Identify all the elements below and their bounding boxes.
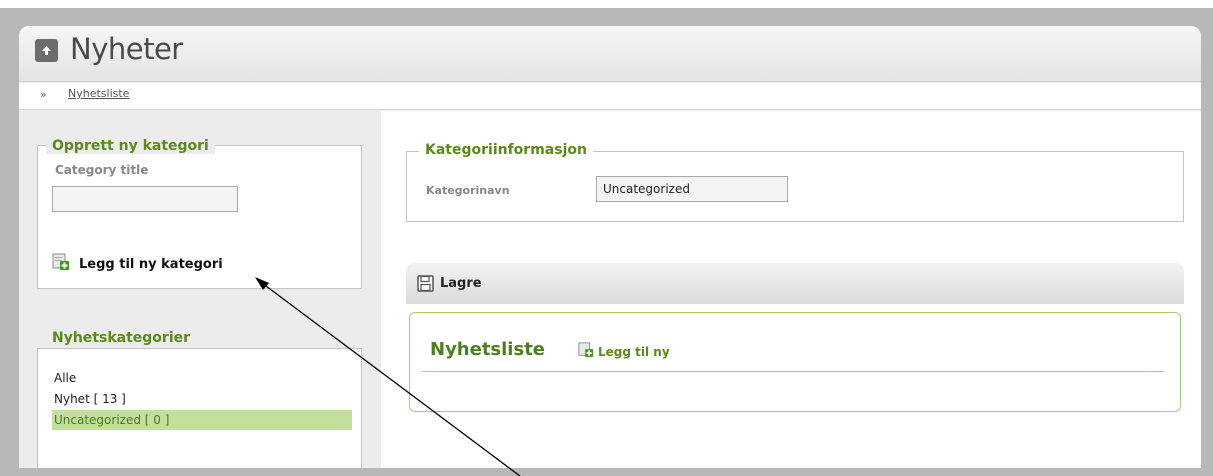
category-name-input[interactable] <box>596 176 788 202</box>
right-column: Kategoriinformasjon Kategorinavn Lagre N… <box>381 111 1201 468</box>
left-column: Opprett ny kategori Category title Legg … <box>19 111 381 468</box>
add-page-icon <box>52 253 70 275</box>
news-categories-box <box>37 348 362 468</box>
category-item-uncategorized[interactable]: Uncategorized [ 0 ] <box>54 413 169 427</box>
top-strip <box>0 0 1213 8</box>
floppy-disk-icon <box>417 275 434 296</box>
save-label: Lagre <box>440 276 482 291</box>
add-news-label: Legg til ny <box>598 345 670 359</box>
save-button[interactable]: Lagre <box>406 263 1184 304</box>
category-item-nyhet[interactable]: Nyhet [ 13 ] <box>54 392 126 406</box>
add-news-button[interactable]: Legg til ny <box>578 342 670 362</box>
main-panel: Nyheter » Nyhetsliste Opprett ny kategor… <box>19 26 1201 468</box>
breadcrumb: » Nyhetsliste <box>19 83 1201 110</box>
category-title-label: Category title <box>55 163 149 177</box>
category-item-alle[interactable]: Alle <box>54 371 76 385</box>
category-info-box <box>406 151 1184 222</box>
add-category-button[interactable]: Legg til ny kategori <box>52 253 223 275</box>
category-title-input[interactable] <box>52 186 238 212</box>
up-arrow-icon[interactable] <box>35 39 58 62</box>
breadcrumb-separator: » <box>40 88 47 101</box>
create-category-legend: Opprett ny kategori <box>46 138 215 154</box>
category-info-legend: Kategoriinformasjon <box>419 142 593 158</box>
page-title: Nyheter <box>70 32 183 66</box>
news-categories-legend: Nyhetskategorier <box>46 330 197 346</box>
breadcrumb-link-nyhetsliste[interactable]: Nyhetsliste <box>68 87 129 100</box>
news-list-box: Nyhetsliste Legg til ny <box>409 312 1181 412</box>
category-name-label: Kategorinavn <box>426 184 510 197</box>
page-header: Nyheter <box>19 26 1201 82</box>
add-page-icon <box>578 342 594 362</box>
news-list-divider <box>422 371 1164 372</box>
news-list-title: Nyhetsliste <box>430 339 546 360</box>
add-category-label: Legg til ny kategori <box>79 256 223 272</box>
